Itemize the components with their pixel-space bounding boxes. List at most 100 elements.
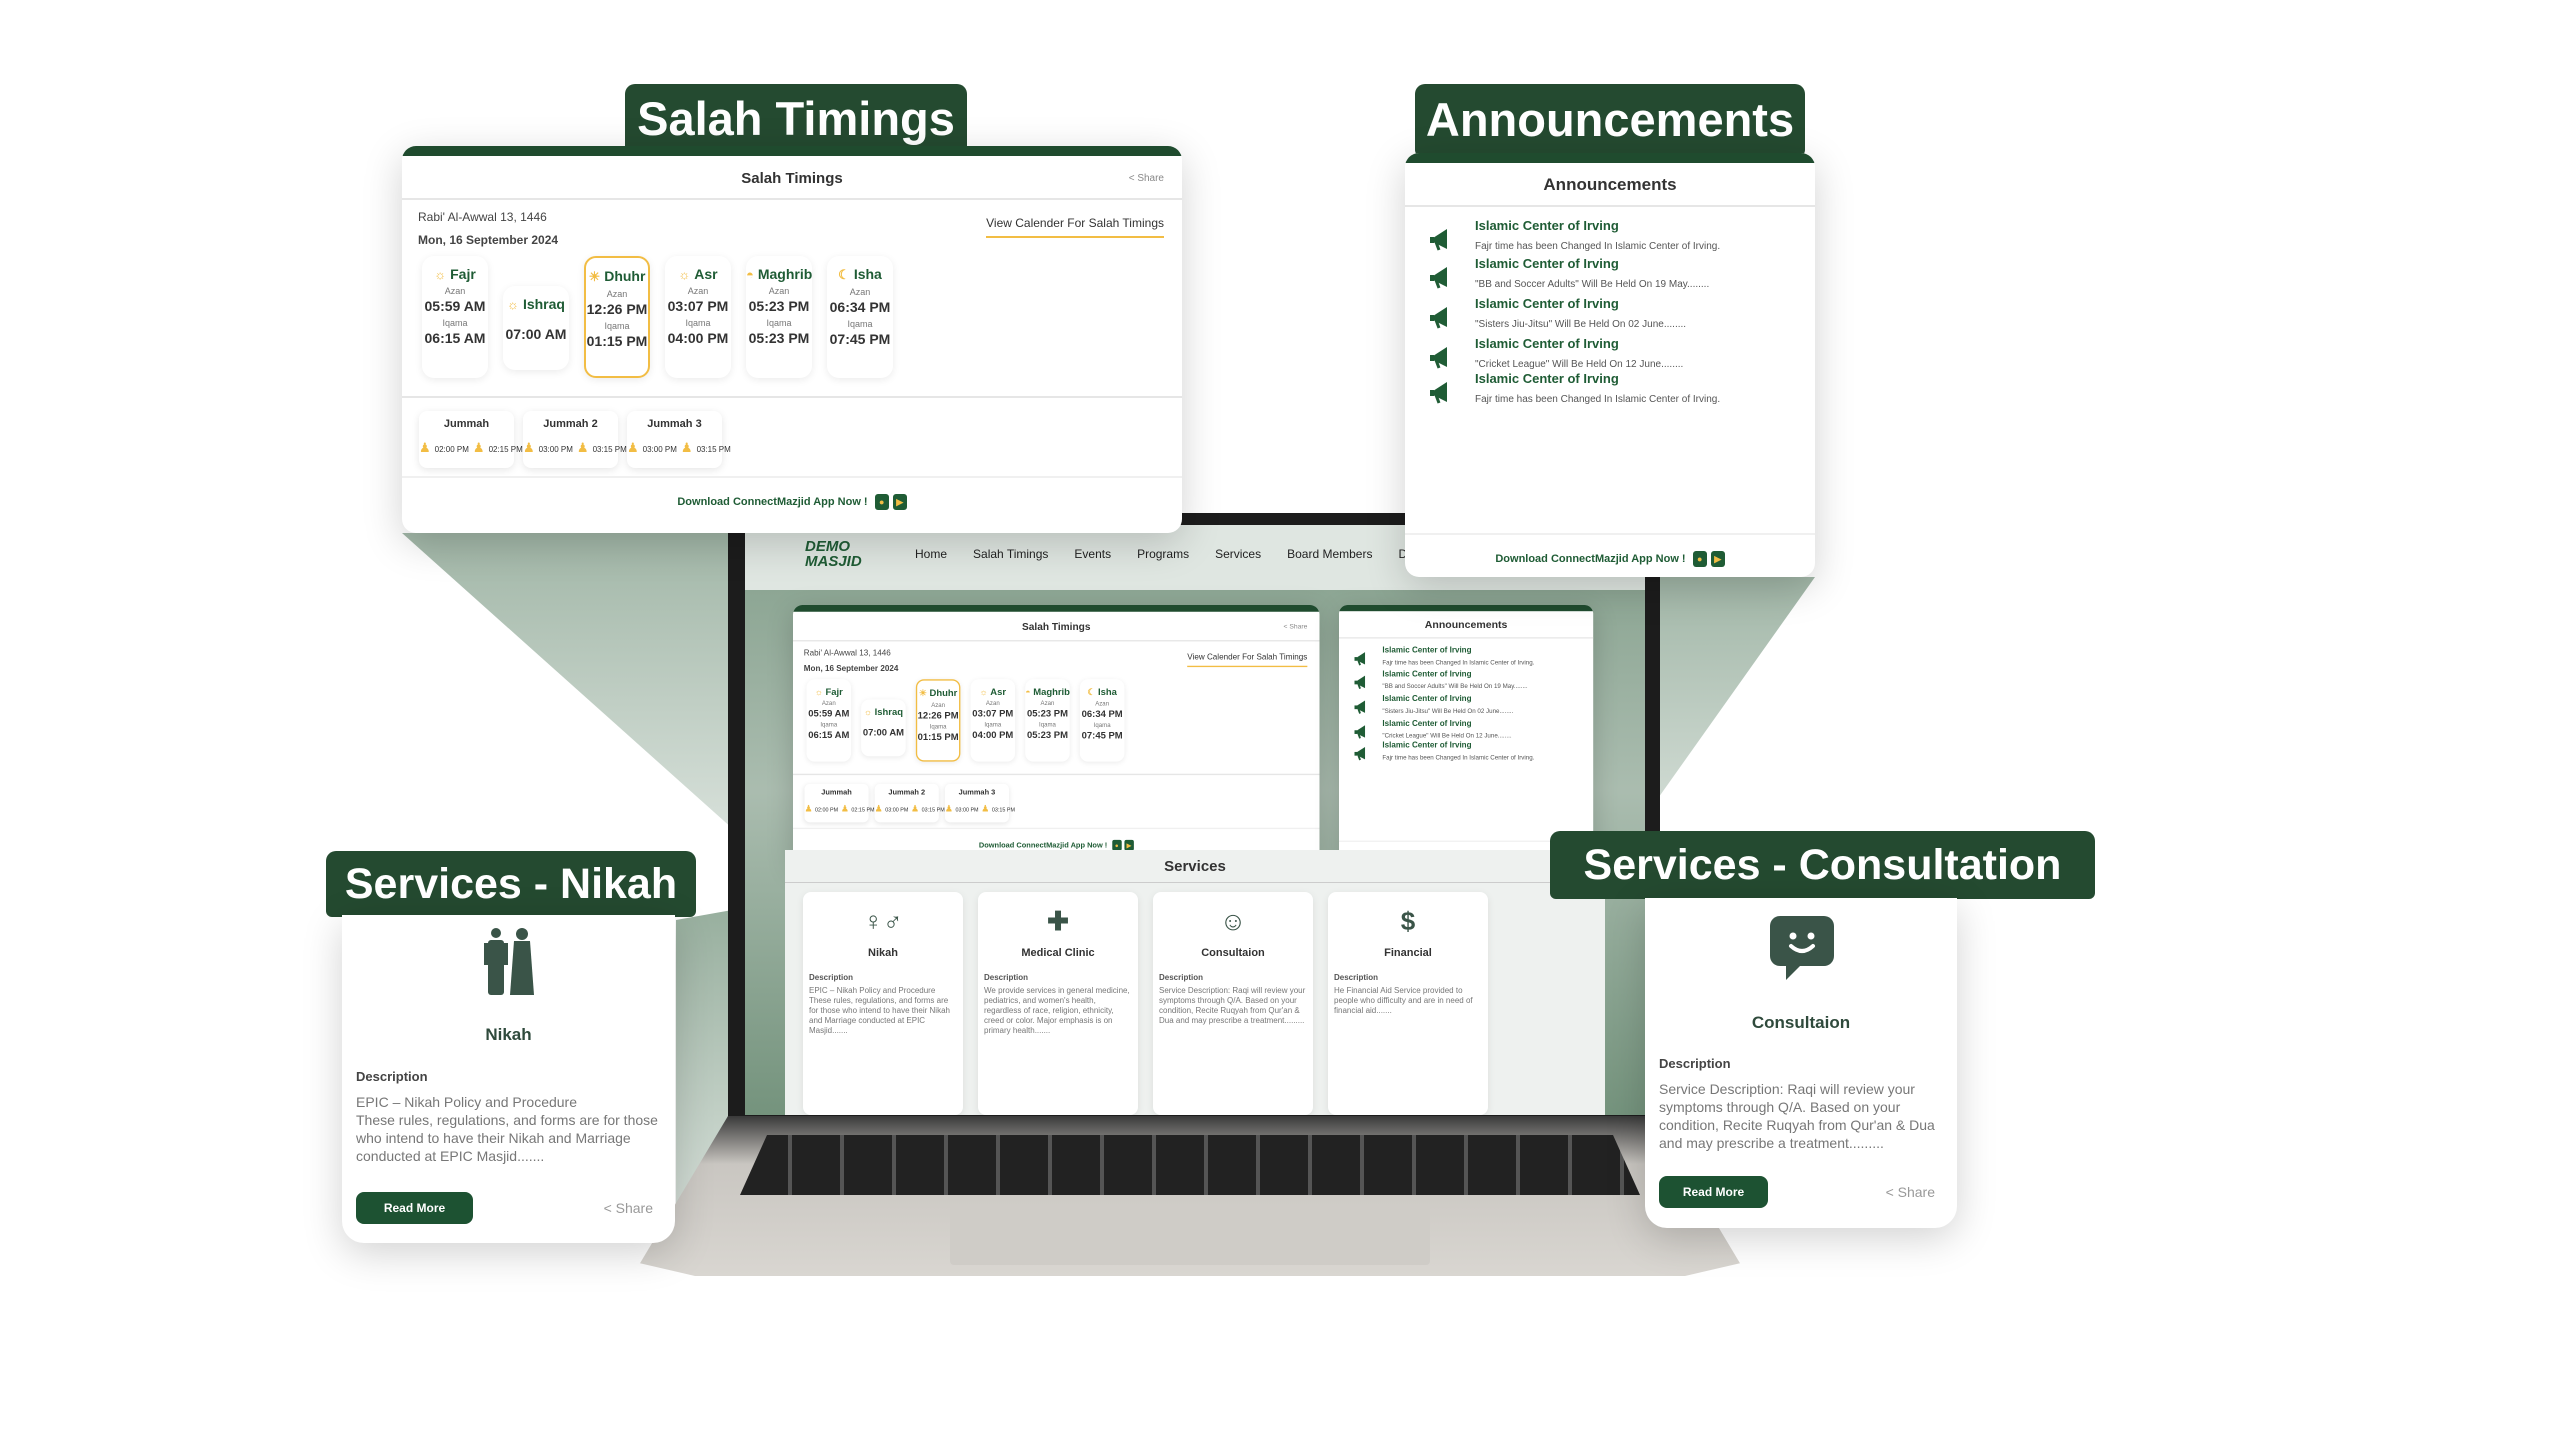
jummah-salah-time: 02:15 PM: [488, 445, 523, 454]
megaphone-icon: [1354, 725, 1366, 739]
megaphone-icon: [1430, 267, 1447, 289]
card-top-strip: [402, 146, 1182, 156]
prayer-name: ◓ Maghrib: [746, 266, 812, 282]
share-button[interactable]: < Share: [1284, 623, 1308, 630]
azan-label: Azan: [687, 286, 709, 296]
service-card[interactable]: ☺ Consultaion Description Service Descripti…: [1153, 892, 1313, 1115]
nikah-service-card: Nikah Description EPIC – Nikah Policy an…: [342, 915, 675, 1243]
service-description: We provide services in general medicine,…: [984, 986, 1130, 1035]
azan-time: 06:34 PM: [829, 299, 891, 315]
announcement-title: Islamic Center of Irving: [1475, 296, 1619, 311]
nav-item-home[interactable]: Home: [915, 547, 947, 561]
prayer-name: ☀ Dhuhr: [586, 268, 648, 285]
azan-time: 03:07 PM: [972, 707, 1014, 719]
announcement-text: "Cricket League" Will Be Held On 12 June…: [1382, 732, 1512, 740]
apple-store-icon[interactable]: ●: [1692, 551, 1707, 567]
khutbah-icon: ♟: [804, 803, 813, 814]
apple-store-icon[interactable]: ●: [874, 494, 889, 510]
azan-label: Azan: [606, 289, 628, 299]
service-card[interactable]: $ Financial Description He Financial Aid Se…: [1328, 892, 1488, 1115]
prayer-name-text: Asr: [990, 686, 1007, 697]
service-description: Service Description: Raqi will review yo…: [1159, 986, 1306, 1025]
jummah-tile: Jummah ♟ 02:00 PM ♟ 02:15 PM: [419, 411, 523, 468]
jummah-times: ♟ 03:00 PM ♟ 03:15 PM: [627, 440, 731, 456]
nav-item-programs[interactable]: Programs: [1137, 547, 1189, 561]
iqama-label: Iqama: [929, 723, 947, 730]
sunrise-icon: ☼: [507, 297, 519, 312]
service-name: Financial: [1384, 947, 1432, 959]
read-more-button[interactable]: Read More: [1659, 1176, 1768, 1208]
jummah-tile: Jummah ♟ 02:00 PM ♟ 02:15 PM: [804, 783, 875, 823]
chat-smile-icon: [1770, 916, 1834, 980]
service-card[interactable]: ✚ Medical Clinic Description We provide ser…: [978, 892, 1138, 1115]
prayer-name-text: Maghrib: [1033, 686, 1070, 697]
iqama-time: 06:15 AM: [424, 330, 486, 346]
download-app-text: Download ConnectMazjid App Now !: [1495, 552, 1686, 565]
moon-icon: ☾: [1087, 686, 1096, 697]
prayer-name: ☼ Asr: [971, 686, 1016, 697]
salah-timings-card: Salah Timings < Share Rabi' Al-Awwal 13,…: [402, 146, 1182, 533]
prayer-name: ☾ Isha: [827, 266, 893, 283]
nav-item-services[interactable]: Services: [1215, 547, 1261, 561]
announcement-item[interactable]: Islamic Center of Irving Fajr time has be…: [1339, 740, 1593, 777]
prayer-name: ☼ Ishraq: [503, 296, 569, 312]
prayer-name-text: Isha: [1097, 686, 1117, 697]
salah-card-title: Salah Timings: [741, 170, 843, 187]
site-logo[interactable]: DEMO MASJID: [805, 539, 862, 569]
divider: [785, 882, 1605, 883]
nikah-title: Nikah: [485, 1025, 532, 1044]
sunset-icon: ◓: [746, 267, 754, 282]
couple-icon: ♀♂: [863, 906, 903, 936]
share-button[interactable]: < Share: [604, 1200, 653, 1216]
sunrise-icon: ☼: [814, 686, 823, 697]
nikah-label: Services - Nikah: [326, 851, 696, 917]
divider: [793, 827, 1320, 830]
consultation-service-card: Consultaion Description Service Descript…: [1645, 898, 1957, 1228]
iqama-time: 05:23 PM: [748, 330, 810, 346]
prayer-name: ☼ Asr: [665, 266, 731, 282]
view-calendar-link[interactable]: View Calender For Salah Timings: [986, 216, 1164, 238]
divider: [402, 476, 1182, 478]
medical-kit-icon: ✚: [1047, 906, 1069, 936]
share-button[interactable]: < Share: [1886, 1184, 1935, 1200]
prayer-tile-asr: ☼ Asr Azan 03:07 PM Iqama 04:00 PM: [665, 256, 731, 378]
share-label: Share: [1289, 623, 1308, 631]
iqama-label: Iqama: [847, 319, 873, 329]
khutbah-icon: ♟: [523, 440, 535, 455]
announcement-text: "BB and Soccer Adults" Will Be Held On 1…: [1475, 279, 1710, 290]
prayer-tile-fajr: ☼ Fajr Azan 05:59 AM Iqama 06:15 AM: [422, 256, 488, 378]
nav-item-salah-timings[interactable]: Salah Timings: [973, 547, 1048, 561]
azan-label: Azan: [444, 286, 466, 296]
nav-item-events[interactable]: Events: [1074, 547, 1111, 561]
iqama-label: Iqama: [1039, 721, 1056, 728]
play-store-icon[interactable]: ▶: [1710, 551, 1725, 567]
khutbah-icon: ♟: [944, 803, 953, 814]
view-calendar-link[interactable]: View Calender For Salah Timings: [1187, 652, 1308, 668]
prayer-tile-ishraq: ☼ Ishraq 07:00 AM: [503, 286, 569, 370]
nav-item-board-members[interactable]: Board Members: [1287, 547, 1372, 561]
khutbah-icon: ♟: [874, 803, 883, 814]
iqama-label: Iqama: [685, 318, 711, 328]
description-label: Description: [1334, 973, 1379, 982]
play-store-icon[interactable]: ▶: [892, 494, 907, 510]
share-button[interactable]: < Share: [1129, 173, 1164, 184]
prayer-tile-maghrib: ◓ Maghrib Azan 05:23 PM Iqama 05:23 PM: [1025, 679, 1070, 762]
iqama-label: Iqama: [442, 318, 468, 328]
jummah-times: ♟ 03:00 PM ♟ 03:15 PM: [944, 803, 1015, 814]
services-title: Services: [1164, 858, 1226, 875]
salah-icon: ♟: [472, 440, 485, 455]
description-label: Description: [1659, 1056, 1731, 1071]
salah-icon: ♟: [911, 803, 919, 814]
announcements-card: Announcements Islamic Center of Irving Fa…: [1405, 153, 1815, 577]
jummah-name: Jummah: [443, 418, 490, 430]
consultation-title: Consultaion: [1751, 1013, 1851, 1032]
jummah-tile: Jummah 2 ♟ 03:00 PM ♟ 03:15 PM: [523, 411, 627, 468]
read-more-button[interactable]: Read More: [356, 1192, 473, 1224]
prayer-name-text: Dhuhr: [604, 268, 646, 284]
azan-time: 03:07 PM: [667, 298, 729, 314]
azan-time: 05:59 AM: [808, 707, 850, 719]
announcement-item[interactable]: Islamic Center of Irving Fajr time has be…: [1405, 371, 1815, 431]
service-card[interactable]: ♀♂ Nikah Description EPIC – Nikah Policy an…: [803, 892, 963, 1115]
card-top-strip: [793, 605, 1320, 612]
announcement-title: Islamic Center of Irving: [1382, 693, 1472, 703]
